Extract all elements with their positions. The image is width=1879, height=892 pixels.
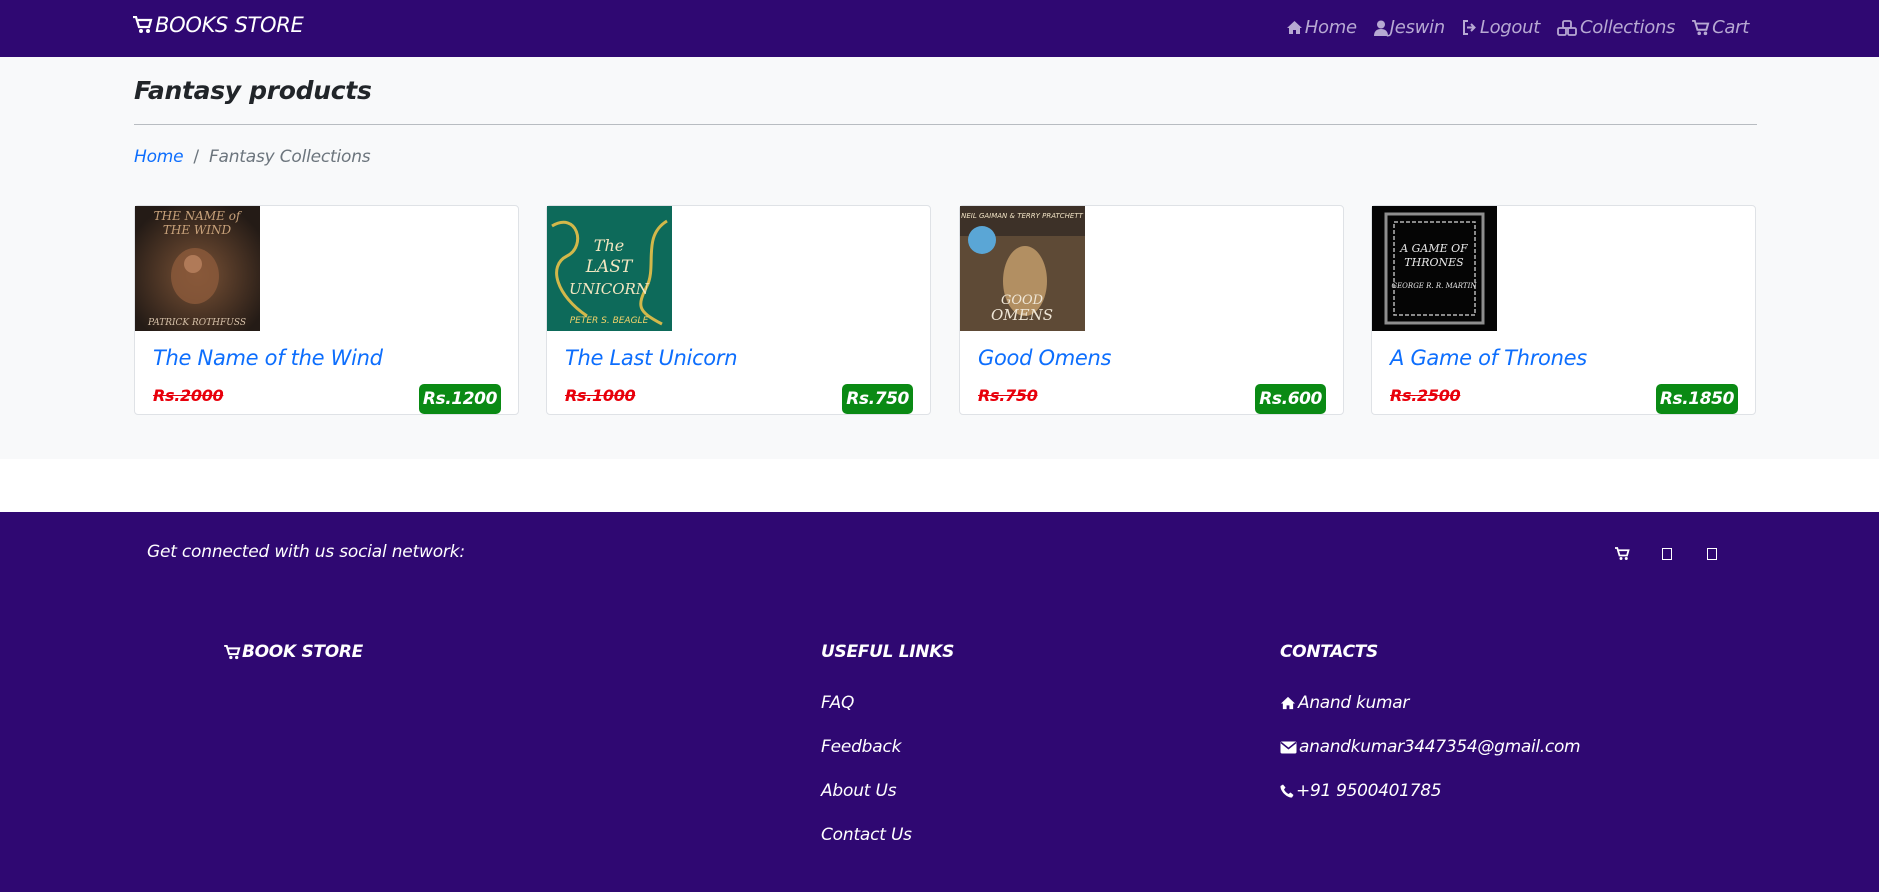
brand-text: BOOKS STORE: [155, 13, 304, 37]
product-card: The LAST UNICORN PETER S. BEAGLE The Las…: [546, 205, 931, 415]
contact-name: Anand kumar: [1280, 693, 1409, 713]
cart-icon: [224, 644, 241, 659]
contact-name-text: Anand kumar: [1298, 693, 1410, 713]
book-cover[interactable]: The LAST UNICORN PETER S. BEAGLE: [547, 206, 672, 331]
footer-brand: BOOK STORE: [224, 642, 363, 662]
book-cover[interactable]: NEIL GAIMAN & TERRY PRATCHETT GOOD OMENS: [960, 206, 1085, 331]
footer-link-feedback[interactable]: Feedback: [821, 737, 901, 757]
price-badge: Rs.750: [842, 384, 913, 414]
breadcrumb-current: Fantasy Collections: [208, 147, 371, 167]
nav-user-label: Jeswin: [1389, 17, 1445, 38]
nav-home[interactable]: Home: [1286, 17, 1357, 38]
cover-title-2: THRONES: [1404, 256, 1464, 269]
product-card: NEIL GAIMAN & TERRY PRATCHETT GOOD OMENS…: [959, 205, 1344, 415]
old-price: Rs.1000: [565, 386, 636, 405]
breadcrumb-separator: /: [193, 147, 199, 167]
contact-phone-text[interactable]: +91 9500401785: [1296, 781, 1442, 801]
book-cover[interactable]: THE NAME of THE WIND PATRICK ROTHFUSS: [135, 206, 260, 331]
phone-icon: [1280, 784, 1294, 798]
footer-brand-text: BOOK STORE: [242, 642, 363, 662]
envelope-icon: [1280, 741, 1297, 753]
cover-title-1: A GAME OF: [1399, 242, 1468, 255]
nav-cart-label: Cart: [1712, 17, 1749, 38]
old-price: Rs.2000: [153, 386, 224, 405]
old-price: Rs.750: [978, 386, 1038, 405]
nav-logout-label: Logout: [1479, 17, 1541, 38]
cover-title-2: LAST: [585, 257, 634, 277]
page-title: Fantasy products: [134, 76, 372, 105]
main-content: Fantasy products Home / Fantasy Collecti…: [0, 57, 1879, 459]
price-badge: Rs.600: [1255, 384, 1326, 414]
nav-user[interactable]: Jeswin: [1373, 17, 1445, 38]
cover-title-2: THE WIND: [163, 223, 232, 237]
cart-icon: [1614, 547, 1630, 560]
cart-icon: [133, 16, 153, 33]
breadcrumb-home[interactable]: Home: [134, 147, 184, 167]
cover-author: GEORGE R. R. MARTIN: [1391, 282, 1477, 290]
cover-author: PATRICK ROTHFUSS: [147, 318, 246, 328]
contacts-heading: CONTACTS: [1280, 642, 1378, 662]
divider: [134, 124, 1757, 125]
cover-title-1: THE NAME of: [154, 209, 243, 223]
social-text: Get connected with us social network:: [147, 542, 465, 562]
missing-glyph-icon: [1707, 548, 1717, 560]
user-icon: [1373, 20, 1388, 36]
book-cover[interactable]: A GAME OF THRONES GEORGE R. R. MARTIN: [1372, 206, 1497, 331]
cover-author: PETER S. BEAGLE: [570, 316, 649, 326]
cart-icon: [1692, 19, 1710, 35]
cover-author: NEIL GAIMAN & TERRY PRATCHETT: [961, 212, 1084, 220]
useful-links-heading: USEFUL LINKS: [821, 642, 955, 662]
nav-collections[interactable]: Collections: [1557, 17, 1675, 38]
nav-links: Home Jeswin Logout Collections Cart: [1286, 17, 1749, 38]
product-title[interactable]: The Last Unicorn: [565, 346, 738, 370]
home-icon: [1286, 21, 1302, 34]
price-badge: Rs.1850: [1655, 384, 1738, 414]
logout-icon: [1462, 20, 1476, 35]
cover-title-2: OMENS: [991, 306, 1053, 324]
contact-phone: +91 9500401785: [1280, 781, 1442, 801]
product-card: A GAME OF THRONES GEORGE R. R. MARTIN A …: [1371, 205, 1756, 415]
brand-link[interactable]: BOOKS STORE: [133, 13, 304, 37]
nav-cart[interactable]: Cart: [1692, 17, 1749, 38]
social-link-3[interactable]: [1703, 545, 1721, 563]
cubes-icon: [1557, 19, 1577, 36]
social-link-2[interactable]: [1658, 545, 1676, 563]
old-price: Rs.2500: [1390, 386, 1461, 405]
nav-collections-label: Collections: [1580, 17, 1676, 38]
nav-home-label: Home: [1304, 17, 1357, 38]
home-icon: [1281, 696, 1295, 710]
price-badge: Rs.1200: [418, 384, 501, 414]
product-title[interactable]: Good Omens: [978, 346, 1111, 370]
navbar: BOOKS STORE Home Jeswin Logout Collectio…: [0, 0, 1879, 57]
nav-logout[interactable]: Logout: [1462, 17, 1540, 38]
footer-link-about[interactable]: About Us: [821, 781, 897, 801]
product-title[interactable]: The Name of the Wind: [153, 346, 383, 370]
footer-link-contact[interactable]: Contact Us: [821, 825, 912, 845]
contact-email: anandkumar3447354@gmail.com: [1280, 737, 1581, 757]
product-title[interactable]: A Game of Thrones: [1390, 346, 1587, 370]
cover-title-1: The: [594, 236, 624, 255]
missing-glyph-icon: [1662, 548, 1672, 560]
product-card: THE NAME of THE WIND PATRICK ROTHFUSS Th…: [134, 205, 519, 415]
cover-title-3: UNICORN: [569, 280, 650, 298]
footer: Get connected with us social network: BO…: [0, 512, 1879, 892]
footer-link-faq[interactable]: FAQ: [821, 693, 854, 713]
breadcrumb: Home / Fantasy Collections: [134, 147, 371, 167]
contact-email-text[interactable]: anandkumar3447354@gmail.com: [1299, 737, 1581, 757]
social-cart-link[interactable]: [1613, 545, 1631, 563]
